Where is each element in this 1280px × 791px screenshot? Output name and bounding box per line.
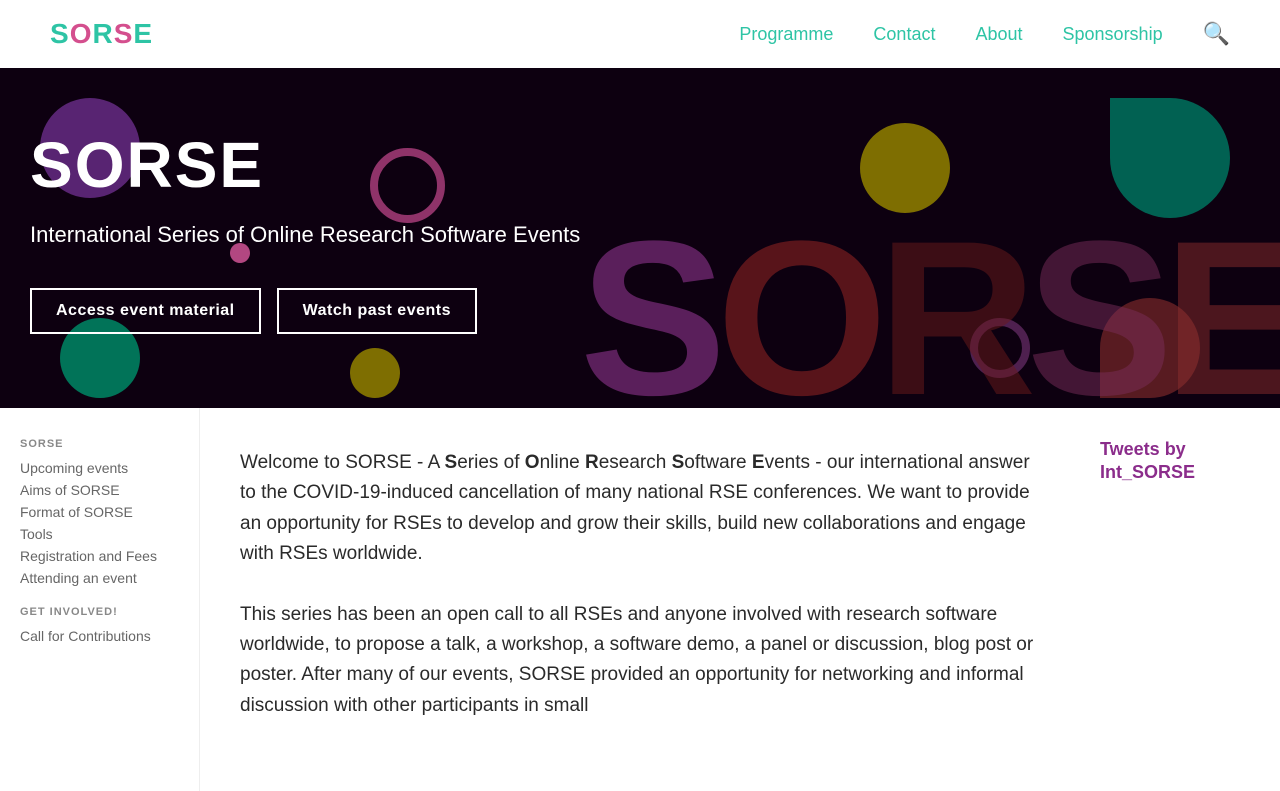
search-icon[interactable]: 🔍 [1203, 21, 1230, 46]
sidebar-item-upcoming-events[interactable]: Upcoming events [20, 460, 179, 476]
watch-past-events-button[interactable]: Watch past events [277, 288, 477, 334]
hero-buttons: Access event material Watch past events [30, 288, 1250, 334]
tweets-panel: Tweets by Int_SORSE [1080, 408, 1280, 791]
logo-s: S [50, 18, 70, 49]
sidebar-section-sorse: SORSE [20, 438, 179, 450]
intro-paragraph: Welcome to SORSE - A Series of Online Re… [240, 448, 1040, 570]
logo-o: O [70, 18, 93, 49]
main-area: SORSE Upcoming events Aims of SORSE Form… [0, 408, 1280, 791]
nav-contact[interactable]: Contact [873, 24, 935, 44]
main-content: Welcome to SORSE - A Series of Online Re… [200, 408, 1080, 791]
sidebar-item-call-for-contributions[interactable]: Call for Contributions [20, 628, 179, 644]
hero-subtitle: International Series of Online Research … [30, 222, 1250, 248]
sidebar-item-format[interactable]: Format of SORSE [20, 504, 179, 520]
second-paragraph: This series has been an open call to all… [240, 600, 1040, 722]
navbar: SORSE Programme Contact About Sponsorshi… [0, 0, 1280, 68]
tweets-link[interactable]: Tweets by Int_SORSE [1100, 439, 1195, 482]
logo-r: R [92, 18, 113, 49]
sidebar-item-attending[interactable]: Attending an event [20, 570, 179, 586]
logo-e: E [133, 18, 153, 49]
hero-section: SORSE SORSE International Series of Onli… [0, 68, 1280, 408]
nav-about[interactable]: About [975, 24, 1022, 44]
access-event-material-button[interactable]: Access event material [30, 288, 261, 334]
sidebar-item-registration[interactable]: Registration and Fees [20, 548, 179, 564]
sidebar-item-tools[interactable]: Tools [20, 526, 179, 542]
nav-sponsorship[interactable]: Sponsorship [1063, 24, 1163, 44]
sidebar-item-aims[interactable]: Aims of SORSE [20, 482, 179, 498]
deco-circle-7 [350, 348, 400, 398]
logo-s2: S [114, 18, 134, 49]
logo[interactable]: SORSE [50, 18, 153, 50]
hero-title: SORSE [30, 128, 1250, 202]
sidebar-section-get-involved: GET INVOLVED! [20, 606, 179, 618]
sidebar: SORSE Upcoming events Aims of SORSE Form… [0, 408, 200, 791]
nav-programme[interactable]: Programme [739, 24, 833, 44]
nav-links: Programme Contact About Sponsorship 🔍 [739, 21, 1230, 47]
